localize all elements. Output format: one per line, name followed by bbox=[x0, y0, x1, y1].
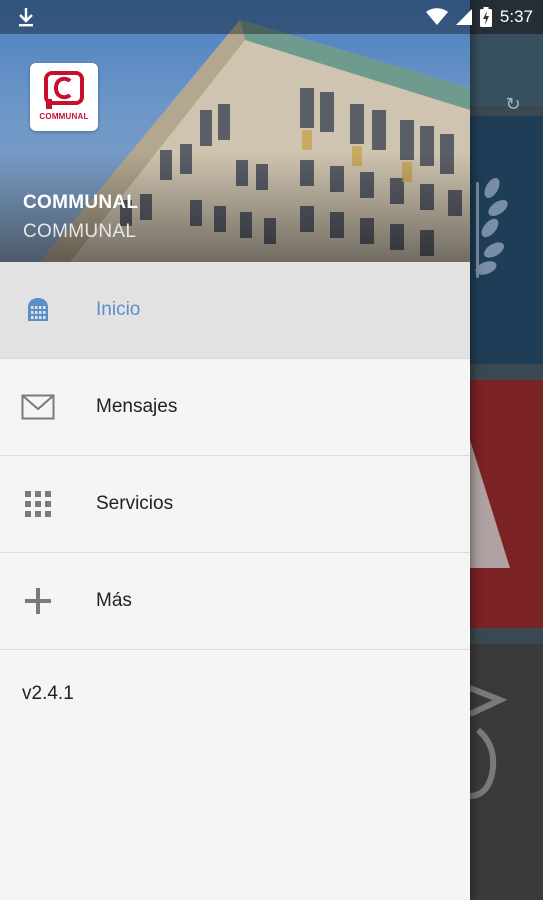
logo-wordmark: COMMUNAL bbox=[39, 112, 89, 121]
signal-icon bbox=[455, 9, 472, 25]
graduation-cap-icon bbox=[470, 685, 508, 799]
status-time: 5:37 bbox=[499, 7, 533, 26]
wifi-icon bbox=[425, 8, 448, 25]
navigation-drawer: COMMUNAL COMMUNAL COMMUNAL Inicio Mensaj… bbox=[0, 0, 470, 900]
refresh-icon[interactable]: ↻ bbox=[503, 94, 523, 114]
building-icon bbox=[21, 293, 55, 327]
grid-icon bbox=[21, 487, 55, 521]
account-name: COMMUNAL bbox=[23, 192, 139, 213]
communal-logo: COMMUNAL bbox=[30, 63, 98, 131]
menu-item-label: Más bbox=[96, 590, 132, 611]
menu-item-servicios[interactable]: Servicios bbox=[0, 456, 470, 553]
communal-logo-mark bbox=[44, 71, 84, 109]
menu-item-mas[interactable]: Más bbox=[0, 553, 470, 650]
download-icon bbox=[19, 8, 33, 27]
background-tile-blue[interactable] bbox=[470, 116, 543, 364]
menu-item-label: Mensajes bbox=[96, 396, 178, 417]
envelope-icon bbox=[21, 390, 55, 424]
laurel-icon bbox=[475, 178, 508, 278]
background-tile-red[interactable] bbox=[470, 380, 543, 628]
menu-item-label: Inicio bbox=[96, 299, 141, 320]
account-subtitle: COMMUNAL bbox=[23, 221, 137, 242]
drawer-header: COMMUNAL COMMUNAL COMMUNAL bbox=[0, 0, 470, 262]
status-bar: 5:37 bbox=[0, 0, 543, 34]
menu-item-inicio[interactable]: Inicio bbox=[0, 262, 470, 359]
menu-item-label: Servicios bbox=[96, 493, 174, 514]
menu-item-mensajes[interactable]: Mensajes bbox=[0, 359, 470, 456]
drawer-menu: Inicio Mensajes Servicios Más bbox=[0, 262, 470, 650]
background-tile-dark[interactable] bbox=[470, 644, 543, 900]
plus-icon bbox=[21, 584, 55, 618]
warning-icon bbox=[470, 440, 510, 568]
battery-charging-icon bbox=[479, 7, 492, 27]
app-version: v2.4.1 bbox=[22, 683, 74, 704]
